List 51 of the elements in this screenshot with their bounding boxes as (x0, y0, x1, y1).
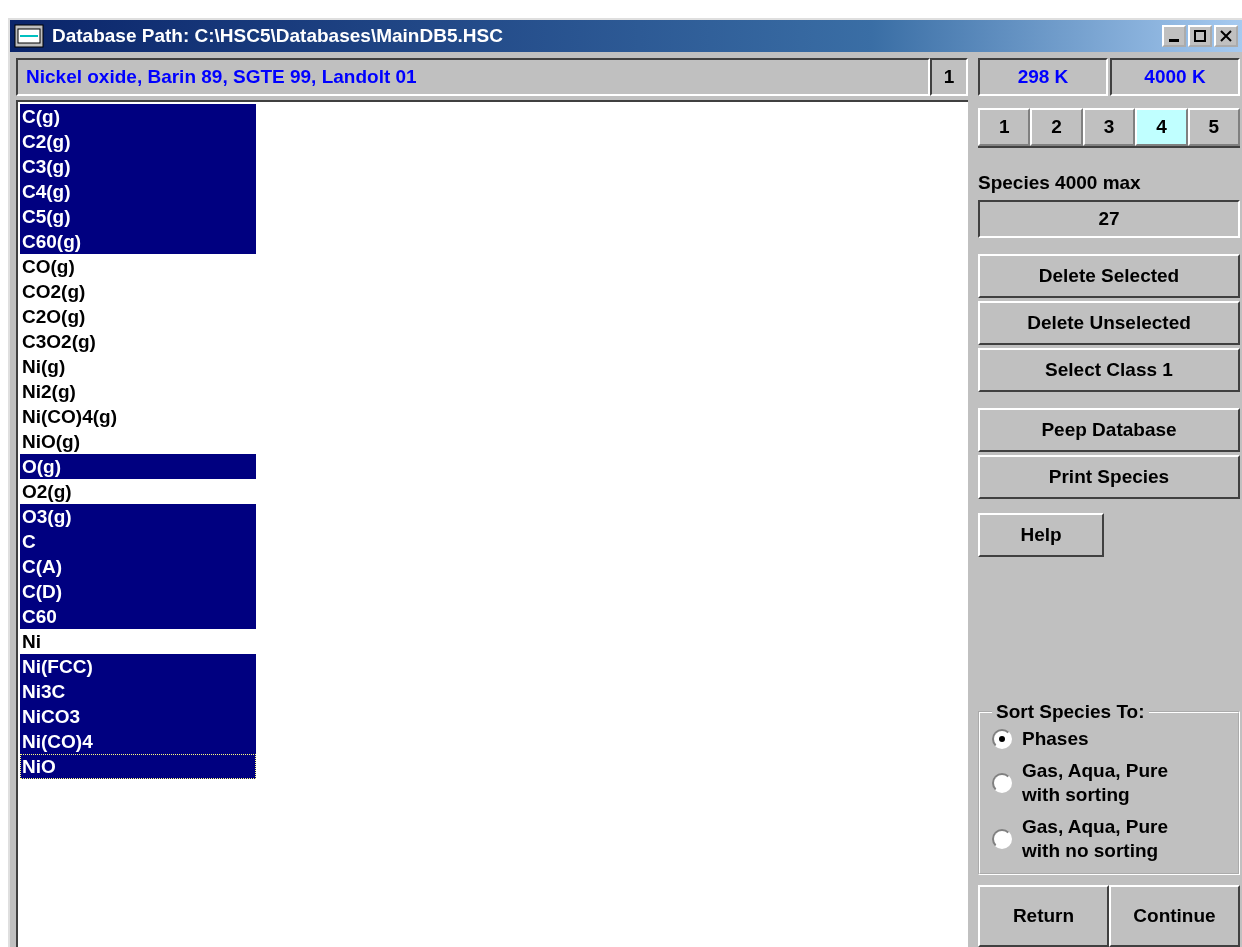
page-tab[interactable]: 1 (978, 108, 1031, 146)
species-item[interactable]: Ni(FCC) (20, 654, 256, 679)
species-item[interactable]: C2(g) (20, 129, 256, 154)
species-item[interactable]: C(D) (20, 579, 256, 604)
radio-button[interactable] (992, 729, 1012, 749)
action-button[interactable]: Peep Database (978, 408, 1240, 452)
species-item[interactable]: NiO (20, 754, 256, 779)
minimize-button[interactable] (1162, 25, 1186, 47)
minimize-icon (1169, 38, 1179, 42)
page-tab[interactable]: 3 (1082, 108, 1136, 146)
species-item[interactable]: C(A) (20, 554, 256, 579)
species-item[interactable]: O(g) (20, 454, 256, 479)
action-button[interactable]: Delete Selected (978, 254, 1240, 298)
species-item[interactable]: NiCO3 (20, 704, 256, 729)
help-button[interactable]: Help (978, 513, 1104, 557)
species-item[interactable]: C (20, 529, 256, 554)
window-title: Database Path: C:\HSC5\Databases\MainDB5.HSC (52, 25, 504, 47)
temperature-field: 298 K (978, 58, 1108, 96)
app-icon (14, 24, 44, 48)
temperature-field: 4000 K (1110, 58, 1240, 96)
species-item[interactable]: C3(g) (20, 154, 256, 179)
page-tab[interactable]: 4 (1135, 108, 1188, 146)
species-item[interactable]: C60(g) (20, 229, 256, 254)
radio-button[interactable] (992, 829, 1012, 849)
species-item[interactable]: Ni3C (20, 679, 256, 704)
dialog-button[interactable]: Return (978, 885, 1109, 947)
description-field: Nickel oxide, Barin 89, SGTE 99, Landolt 01 (16, 58, 930, 96)
species-item[interactable]: C5(g) (20, 204, 256, 229)
sort-option[interactable]: Gas, Aqua, Pure with sorting (992, 759, 1232, 807)
action-button[interactable]: Select Class 1 (978, 348, 1240, 392)
species-item[interactable]: C4(g) (20, 179, 256, 204)
action-button[interactable]: Delete Unselected (978, 301, 1240, 345)
page-tab[interactable]: 2 (1030, 108, 1083, 146)
sort-option[interactable]: Gas, Aqua, Pure with no sorting (992, 815, 1232, 863)
count-field: 1 (930, 58, 968, 96)
species-item[interactable]: O3(g) (20, 504, 256, 529)
species-item[interactable]: C(g) (20, 104, 256, 129)
close-button[interactable] (1214, 25, 1238, 47)
maximize-button[interactable] (1188, 25, 1212, 47)
species-item[interactable]: Ni(CO)4 (20, 729, 256, 754)
group-title: Sort Species To: (995, 701, 1146, 723)
sort-option[interactable]: Phases (992, 727, 1232, 751)
page-tab[interactable]: 5 (1187, 108, 1241, 146)
radio-button[interactable] (992, 773, 1012, 793)
species-label: Species 4000 max (978, 172, 1142, 194)
species-count-field: 27 (978, 200, 1240, 238)
close-icon (1220, 30, 1232, 42)
species-item[interactable]: C60 (20, 604, 256, 629)
dialog-button[interactable]: Continue (1109, 885, 1240, 947)
maximize-icon (1194, 30, 1206, 42)
action-button[interactable]: Print Species (978, 455, 1240, 499)
